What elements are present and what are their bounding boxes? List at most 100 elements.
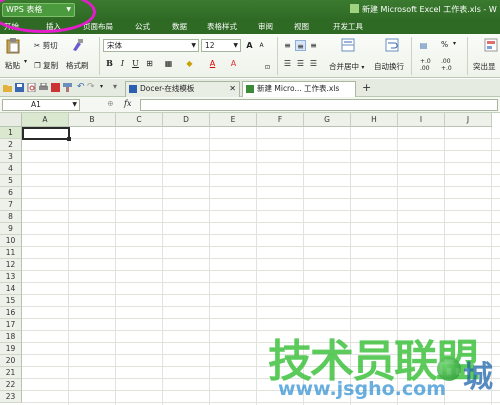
- conditional-format-icon[interactable]: [484, 38, 498, 52]
- pdf-export-icon[interactable]: [51, 83, 60, 92]
- undo-icon[interactable]: ↶: [77, 82, 85, 92]
- align-right-icon[interactable]: ☰: [308, 58, 319, 69]
- align-middle-icon[interactable]: ≡: [295, 40, 306, 51]
- open-folder-icon[interactable]: [3, 83, 12, 92]
- row-header[interactable]: 3: [0, 151, 22, 163]
- print-icon[interactable]: [39, 83, 48, 92]
- font-dialog-icon[interactable]: ⊡: [262, 62, 273, 73]
- tab-insert[interactable]: 插入: [46, 21, 61, 33]
- formula-input[interactable]: [140, 99, 498, 111]
- row-header[interactable]: 23: [0, 391, 22, 403]
- new-tab-icon[interactable]: +: [362, 81, 371, 94]
- tab-view[interactable]: 视图: [294, 21, 309, 33]
- close-icon[interactable]: ✕: [229, 82, 236, 96]
- tab-home[interactable]: 开始: [4, 21, 19, 33]
- column-header[interactable]: F: [257, 113, 304, 127]
- percent-button[interactable]: %: [441, 40, 448, 49]
- wrap-text-label[interactable]: 自动换行: [374, 61, 404, 72]
- merge-center-button[interactable]: 合并居中 ▾: [329, 61, 364, 72]
- font-name-select[interactable]: 宋体 ▼: [103, 39, 199, 52]
- align-top-icon[interactable]: ≡: [282, 40, 293, 51]
- select-all-corner[interactable]: [0, 113, 22, 127]
- row-header[interactable]: 1: [0, 127, 22, 139]
- row-header[interactable]: 9: [0, 223, 22, 235]
- tab-table-style[interactable]: 表格样式: [207, 21, 237, 33]
- tab-developer[interactable]: 开发工具: [333, 21, 363, 33]
- conditional-format-label[interactable]: 突出显: [473, 61, 496, 72]
- print-preview-icon[interactable]: [27, 83, 36, 92]
- currency-icon[interactable]: ▤: [418, 40, 429, 51]
- fill-handle[interactable]: [67, 137, 71, 141]
- align-center-icon[interactable]: ☰: [295, 58, 306, 69]
- row-header[interactable]: 12: [0, 259, 22, 271]
- format-painter-icon[interactable]: [63, 83, 72, 92]
- row-header[interactable]: 22: [0, 379, 22, 391]
- chevron-down-icon[interactable]: ▾: [24, 58, 27, 65]
- row-header[interactable]: 14: [0, 283, 22, 295]
- row-header[interactable]: 20: [0, 355, 22, 367]
- column-header[interactable]: H: [351, 113, 398, 127]
- copy-button[interactable]: ❐ 复制: [34, 60, 58, 71]
- name-box[interactable]: A1 ▼: [2, 99, 80, 111]
- row-header[interactable]: 5: [0, 175, 22, 187]
- font-color-icon[interactable]: A: [207, 58, 218, 69]
- chevron-down-icon[interactable]: ▾: [453, 40, 456, 47]
- row-header[interactable]: 17: [0, 319, 22, 331]
- align-left-icon[interactable]: ☰: [282, 58, 293, 69]
- row-header[interactable]: 6: [0, 187, 22, 199]
- row-header[interactable]: 18: [0, 331, 22, 343]
- row-header[interactable]: 15: [0, 295, 22, 307]
- row-header[interactable]: 7: [0, 199, 22, 211]
- selected-cell-a1[interactable]: [22, 127, 70, 140]
- zoom-icon[interactable]: ⊕: [107, 99, 114, 108]
- doc-tab-docer[interactable]: Docer-在线模板 ✕: [125, 81, 240, 97]
- chevron-down-icon[interactable]: ▾: [113, 82, 117, 91]
- redo-icon[interactable]: ↷: [87, 82, 95, 92]
- fx-icon[interactable]: fx: [124, 99, 131, 108]
- wps-menu-button[interactable]: WPS 表格 ▼: [2, 3, 75, 17]
- decimal-decrease-button[interactable]: .00 +.0: [441, 58, 452, 72]
- tab-data[interactable]: 数据: [172, 21, 187, 33]
- align-bottom-icon[interactable]: ≡: [308, 40, 319, 51]
- column-header[interactable]: D: [163, 113, 210, 127]
- font-shrink-icon[interactable]: A: [256, 40, 267, 51]
- row-header[interactable]: 19: [0, 343, 22, 355]
- row-header[interactable]: 10: [0, 235, 22, 247]
- row-header[interactable]: 13: [0, 271, 22, 283]
- decimal-increase-button[interactable]: +.0.00: [420, 58, 431, 72]
- doc-tab-workbook[interactable]: 新建 Micro... 工作表.xls: [242, 81, 356, 97]
- row-header[interactable]: 16: [0, 307, 22, 319]
- row-header[interactable]: 4: [0, 163, 22, 175]
- column-header[interactable]: B: [69, 113, 116, 127]
- underline-button[interactable]: U: [130, 58, 141, 69]
- table-style-icon[interactable]: ▦: [163, 58, 174, 69]
- wps-menu-label: WPS 表格: [6, 5, 43, 14]
- row-header[interactable]: 2: [0, 139, 22, 151]
- tab-page-layout[interactable]: 页面布局: [83, 21, 113, 33]
- wrap-text-icon[interactable]: [385, 38, 399, 52]
- column-header[interactable]: G: [304, 113, 351, 127]
- tab-review[interactable]: 审阅: [258, 21, 273, 33]
- merge-center-icon[interactable]: [341, 38, 355, 52]
- paste-button[interactable]: [6, 38, 20, 54]
- row-header[interactable]: 11: [0, 247, 22, 259]
- font-size-select[interactable]: 12 ▼: [201, 39, 241, 52]
- column-header[interactable]: J: [445, 113, 492, 127]
- column-header[interactable]: C: [116, 113, 163, 127]
- format-painter-button[interactable]: [70, 38, 84, 52]
- column-header[interactable]: A: [22, 113, 69, 127]
- italic-button[interactable]: I: [117, 58, 128, 69]
- row-header[interactable]: 8: [0, 211, 22, 223]
- border-icon[interactable]: ⊞: [144, 58, 155, 69]
- column-header[interactable]: E: [210, 113, 257, 127]
- font-grow-icon[interactable]: A: [244, 40, 255, 51]
- column-header[interactable]: I: [398, 113, 445, 127]
- row-header[interactable]: 21: [0, 367, 22, 379]
- clear-format-icon[interactable]: A: [228, 58, 239, 69]
- save-icon[interactable]: [15, 83, 24, 92]
- cut-button[interactable]: ✂ 剪切: [34, 40, 58, 51]
- chevron-down-icon[interactable]: ▾: [100, 83, 103, 90]
- bold-button[interactable]: B: [104, 58, 115, 69]
- tab-formulas[interactable]: 公式: [135, 21, 150, 33]
- fill-color-icon[interactable]: ◆: [184, 58, 195, 69]
